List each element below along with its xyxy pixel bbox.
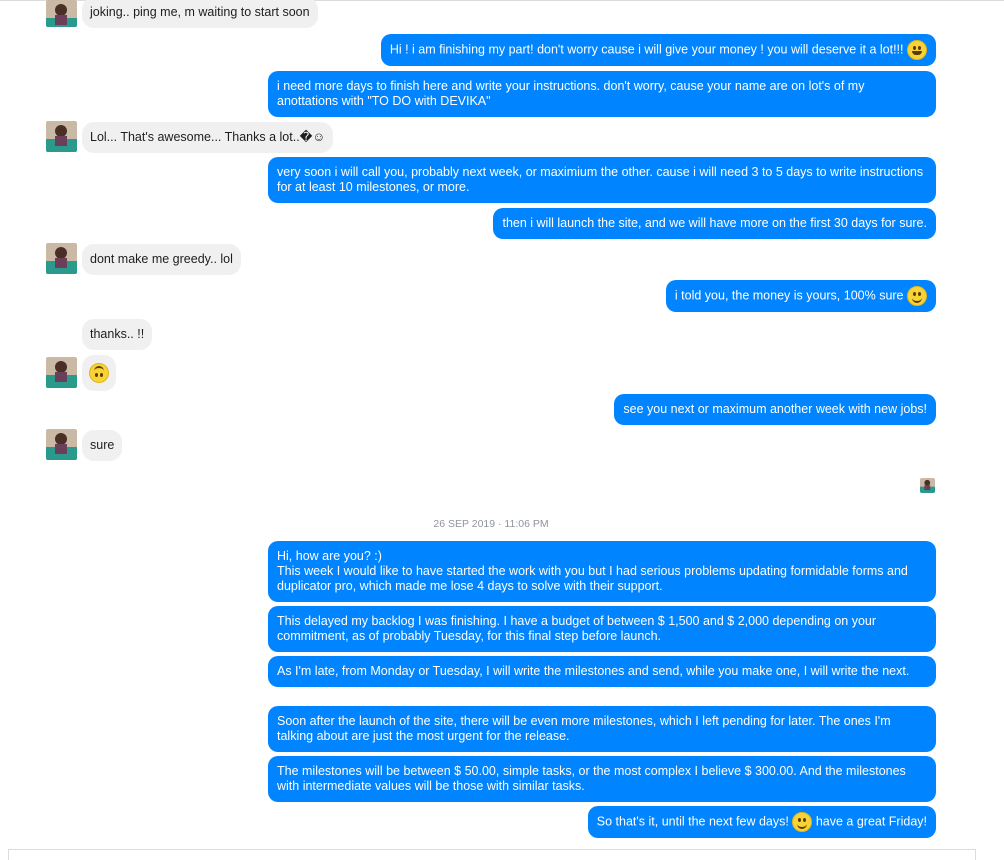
message-text: have a great Friday!	[815, 814, 927, 829]
smile-emoji-icon	[907, 286, 927, 306]
message-text: So that's it, until the next few days!	[596, 814, 789, 829]
message-text: dont make me greedy.. lol	[90, 252, 233, 266]
outgoing-message: Soon after the launch of the site, there…	[268, 706, 936, 752]
smile-emoji-icon	[792, 812, 813, 832]
avatar[interactable]	[46, 121, 77, 152]
outgoing-message: Hi ! i am finishing my part! don't worry…	[380, 34, 936, 66]
timestamp: 26 SEP 2019 · 11:06 PM	[433, 518, 549, 530]
message-text: very soon i will call you, probably next…	[277, 165, 924, 194]
outgoing-message: So that's it, until the next few days! h…	[587, 806, 936, 838]
avatar[interactable]	[46, 243, 77, 274]
outgoing-message: Hi, how are you? :) This week I would li…	[268, 541, 936, 602]
outgoing-message: then i will launch the site, and we will…	[493, 208, 936, 239]
outgoing-message: i told you, the money is yours, 100% sur…	[665, 280, 936, 312]
message-text: Hi, how are you? :)	[277, 549, 382, 563]
message-text: see you next or maximum another week wit…	[623, 402, 927, 416]
avatar[interactable]	[46, 429, 77, 460]
outgoing-message: The milestones will be between $ 50.00, …	[268, 756, 936, 802]
outgoing-message: This delayed my backlog I was finishing.…	[268, 606, 936, 652]
incoming-message: Lol... That's awesome... Thanks a lot..�…	[82, 122, 334, 153]
message-text: Lol... That's awesome... Thanks a lot..�…	[90, 130, 326, 144]
incoming-message: joking.. ping me, m waiting to start soo…	[82, 0, 318, 28]
message-text: Hi ! i am finishing my part! don't worry…	[389, 42, 904, 57]
incoming-message: thanks.. !!	[82, 319, 153, 350]
message-text: joking.. ping me, m waiting to start soo…	[90, 5, 310, 19]
message-text: sure	[90, 438, 115, 452]
outgoing-message: As I'm late, from Monday or Tuesday, I w…	[268, 656, 936, 687]
message-text: then i will launch the site, and we will…	[502, 216, 927, 230]
upside-down-emoji-icon	[89, 363, 109, 383]
message-text: i told you, the money is yours, 100% sur…	[674, 288, 904, 303]
message-text: Soon after the launch of the site, there…	[277, 714, 891, 743]
message-text: The milestones will be between $ 50.00, …	[277, 764, 906, 793]
avatar[interactable]	[46, 0, 77, 27]
message-text: This delayed my backlog I was finishing.…	[277, 614, 877, 643]
outgoing-message: i need more days to finish here and writ…	[268, 71, 936, 117]
message-text: This week I would like to have started t…	[277, 564, 908, 593]
outgoing-message: see you next or maximum another week wit…	[614, 394, 936, 425]
message-text: thanks.. !!	[90, 327, 145, 341]
incoming-message: sure	[82, 430, 123, 461]
avatar[interactable]	[46, 357, 77, 388]
outgoing-message: very soon i will call you, probably next…	[268, 157, 936, 203]
incoming-message: dont make me greedy.. lol	[82, 244, 241, 275]
seen-avatar	[920, 478, 935, 493]
message-text: As I'm late, from Monday or Tuesday, I w…	[277, 664, 910, 678]
grin-emoji-icon	[907, 40, 927, 60]
message-text: i need more days to finish here and writ…	[277, 79, 865, 108]
incoming-emoji-message	[82, 355, 116, 391]
